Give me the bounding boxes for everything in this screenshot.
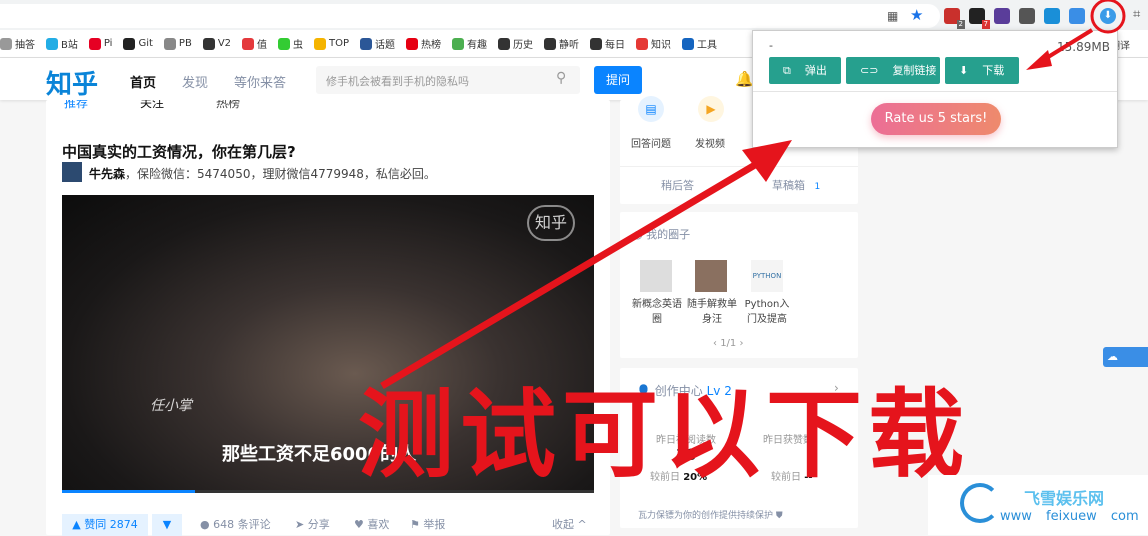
arrow-line — [380, 152, 772, 390]
snowflake-logo-icon — [960, 483, 1000, 523]
watermark-cn: 飞雪娱乐网 — [1024, 489, 1105, 508]
arrow-head — [742, 140, 792, 182]
arrow-head — [1026, 50, 1052, 70]
watermark-url: www feixuew com — [1000, 509, 1139, 524]
highlight-circle — [1090, 0, 1126, 34]
site-watermark: 飞雪娱乐网 www feixuew com — [928, 475, 1148, 535]
overlay-caption: 测试可以下载 — [358, 379, 970, 491]
